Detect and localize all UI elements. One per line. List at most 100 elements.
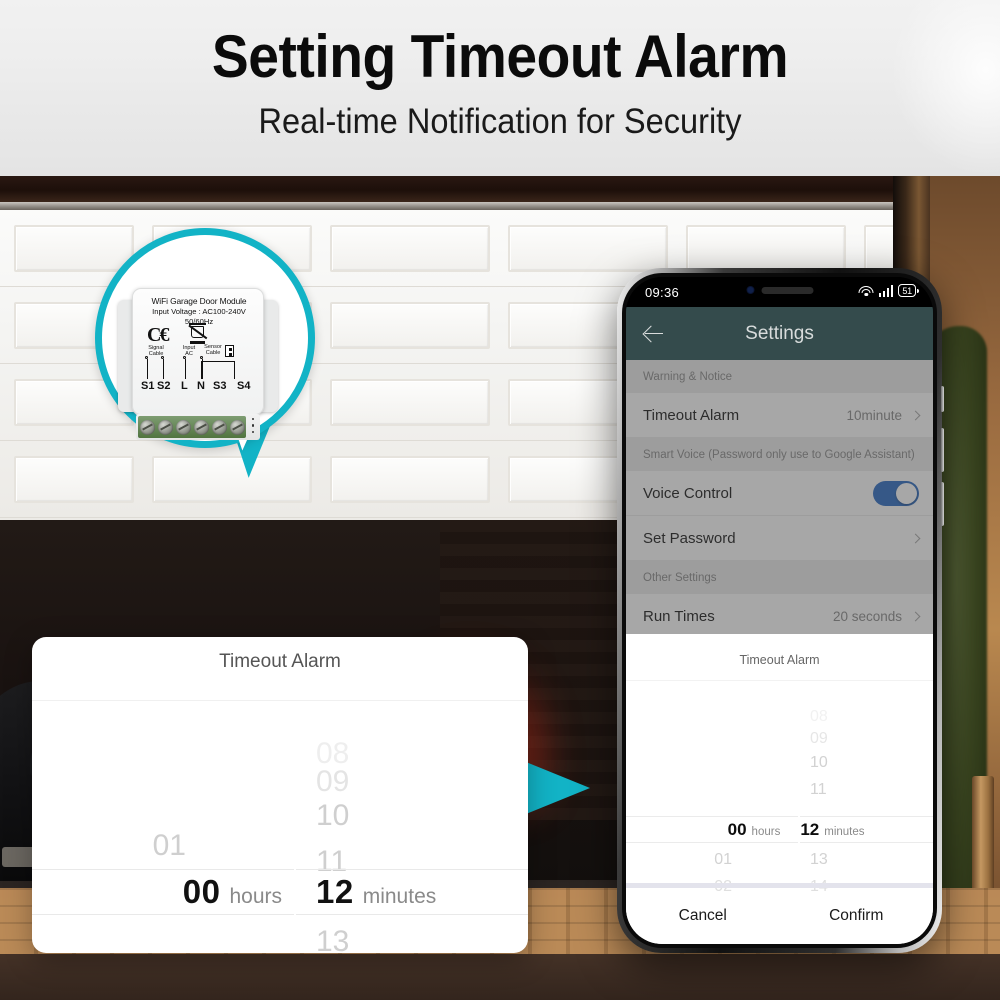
- sheet-wheels: 01 02 08 09 10 11 13 14: [626, 681, 933, 895]
- page-title: Setting Timeout Alarm: [211, 23, 789, 90]
- zoom-minutes-above-2[interactable]: 10: [294, 793, 528, 839]
- page-subtitle: Real-time Notification for Security: [258, 102, 742, 141]
- row-label: Voice Control: [643, 484, 733, 502]
- zoom-minutes-below-0[interactable]: 13: [294, 919, 528, 953]
- zoom-column-gap: [294, 861, 296, 923]
- wifi-garage-door-module: WiFi Garage Door Module Input Voltage : …: [118, 288, 278, 440]
- status-notch: [746, 286, 813, 294]
- sheet-hours-wheel[interactable]: 01 02: [626, 681, 798, 895]
- screw-icon: [193, 419, 209, 435]
- sheet-hours-value: 00: [727, 819, 747, 839]
- zoom-hours-selected-cell[interactable]: 00 hours: [32, 873, 294, 911]
- settings-row-run-times[interactable]: Run Times 20 seconds: [626, 594, 933, 639]
- terminal-label-n: N: [197, 380, 205, 392]
- zoom-hours-wheel[interactable]: 01: [32, 701, 294, 953]
- weee-bin-icon: [188, 323, 208, 345]
- chevron-right-icon: [910, 533, 921, 543]
- module-pin-diagram: Signal Cable Input AC Sensor Cable S1 S2 L …: [139, 344, 259, 397]
- sheet-minutes-value: 12: [800, 819, 820, 839]
- confirm-button[interactable]: Confirm: [780, 888, 934, 944]
- terminal-strip: [138, 416, 246, 438]
- zoom-selection-row: 00 hours 12 minutes: [32, 869, 528, 915]
- module-body: WiFi Garage Door Module Input Voltage : …: [132, 288, 264, 415]
- screw-icon: [175, 419, 191, 435]
- settings-row-voice-control[interactable]: Voice Control: [626, 471, 933, 516]
- sheet-minutes-below-0[interactable]: 13: [798, 846, 933, 873]
- sheet-title: Timeout Alarm: [739, 653, 820, 667]
- screw-icon: [157, 419, 173, 435]
- poster-header: Setting Timeout Alarm Real-time Notifica…: [0, 0, 1000, 176]
- poster-root: Setting Timeout Alarm Real-time Notifica…: [0, 0, 1000, 1000]
- screw-icon: [229, 419, 245, 435]
- settings-row-timeout-alarm[interactable]: Timeout Alarm 10minute: [626, 393, 933, 438]
- section-header-smart-voice: Smart Voice (Password only use to Google…: [626, 438, 933, 471]
- section-header-warning: Warning & Notice: [626, 360, 933, 393]
- sensor-chip-icon: [225, 345, 234, 357]
- voice-control-toggle[interactable]: [873, 480, 919, 506]
- chevron-right-icon: [910, 611, 921, 621]
- led-dots-icon: [252, 418, 256, 436]
- front-camera-icon: [746, 286, 754, 294]
- toggle-knob: [896, 482, 917, 504]
- sheet-minutes-unit: minutes: [824, 825, 865, 838]
- app-bar-title: Settings: [745, 322, 814, 344]
- zoom-minutes-unit: minutes: [362, 885, 437, 908]
- pin-label-sensor: Sensor Cable: [204, 344, 222, 356]
- terminal-label-s4: S4: [237, 380, 251, 392]
- phone-mute-button[interactable]: [941, 386, 944, 412]
- sheet-minutes-selected-cell[interactable]: 12 minutes: [788, 820, 933, 840]
- phone-volume-down-button[interactable]: [941, 482, 944, 526]
- sheet-hours-below-0[interactable]: 01: [626, 846, 798, 873]
- phone-bezel: 09:36 51 Settings Warning & Notice Timeo…: [622, 273, 937, 948]
- sheet-column-gap: [798, 811, 800, 849]
- terminal-label-s1: S1: [141, 380, 155, 392]
- module-voltage: Input Voltage : AC100-240V: [152, 307, 246, 316]
- battery-level: 51: [902, 285, 912, 296]
- phone-screen: 09:36 51 Settings Warning & Notice Timeo…: [626, 277, 933, 944]
- signal-icon: [878, 284, 894, 297]
- row-label: Set Password: [643, 529, 736, 547]
- app-bar: Settings: [626, 307, 933, 360]
- status-bar: 09:36 51: [626, 277, 933, 307]
- status-time: 09:36: [645, 284, 680, 300]
- terminal-label-l: L: [181, 380, 188, 392]
- sheet-minutes-above-3[interactable]: 11: [798, 776, 933, 803]
- terminal-label-s2: S2: [157, 380, 171, 392]
- zoomed-timeout-picker-card: Timeout Alarm 01 08 09 10 11 13 00 hours …: [32, 637, 528, 953]
- sheet-minutes-above-1[interactable]: 09: [798, 725, 933, 752]
- sheet-selection-row: 00 hours 12 minutes: [626, 816, 933, 843]
- sheet-minutes-above-2[interactable]: 10: [798, 749, 933, 776]
- battery-icon: 51: [898, 284, 919, 297]
- garage-header-beam: [0, 176, 930, 202]
- smartphone-mockup: 09:36 51 Settings Warning & Notice Timeo…: [617, 268, 944, 953]
- phone-volume-up-button[interactable]: [941, 428, 944, 472]
- section-header-other-settings: Other Settings: [626, 561, 933, 594]
- row-value: 10minute: [846, 407, 902, 423]
- row-label: Timeout Alarm: [643, 406, 740, 424]
- pin-label-input-ac: Input AC: [182, 345, 196, 357]
- zoom-minutes-selected-cell[interactable]: 12 minutes: [294, 873, 528, 911]
- sheet-minutes-wheel[interactable]: 08 09 10 11 13 14: [798, 681, 933, 895]
- zoom-hours-below-0[interactable]: 01: [32, 823, 294, 869]
- wifi-icon: [858, 285, 874, 297]
- screw-icon: [139, 419, 155, 435]
- sheet-hours-unit: hours: [751, 825, 781, 838]
- module-title: WiFi Garage Door Module: [151, 296, 247, 306]
- zoom-card-wheels: 01 08 09 10 11 13 00 hours 12 minutes: [32, 701, 528, 953]
- settings-row-set-password[interactable]: Set Password: [626, 516, 933, 561]
- zoom-hours-value: 00: [182, 873, 221, 910]
- zoom-pointer-arrow-icon: [526, 762, 590, 814]
- status-indicators: 51: [858, 284, 919, 297]
- zoom-card-title: Timeout Alarm: [219, 651, 341, 672]
- zoom-minutes-value: 12: [316, 873, 354, 910]
- sheet-hours-selected-cell[interactable]: 00 hours: [626, 820, 788, 840]
- cancel-button[interactable]: Cancel: [626, 888, 780, 944]
- zoom-minutes-wheel[interactable]: 08 09 10 11 13: [294, 701, 528, 953]
- ce-mark-icon: C€: [147, 324, 169, 346]
- garage-rail: [0, 202, 930, 210]
- zoom-hours-unit: hours: [229, 885, 282, 908]
- sheet-action-buttons: Cancel Confirm: [626, 888, 933, 944]
- timeout-picker-sheet: Timeout Alarm 01 02 08 09 10 11 13: [626, 634, 933, 944]
- chevron-right-icon: [910, 410, 921, 420]
- notch-pill-icon: [761, 286, 813, 294]
